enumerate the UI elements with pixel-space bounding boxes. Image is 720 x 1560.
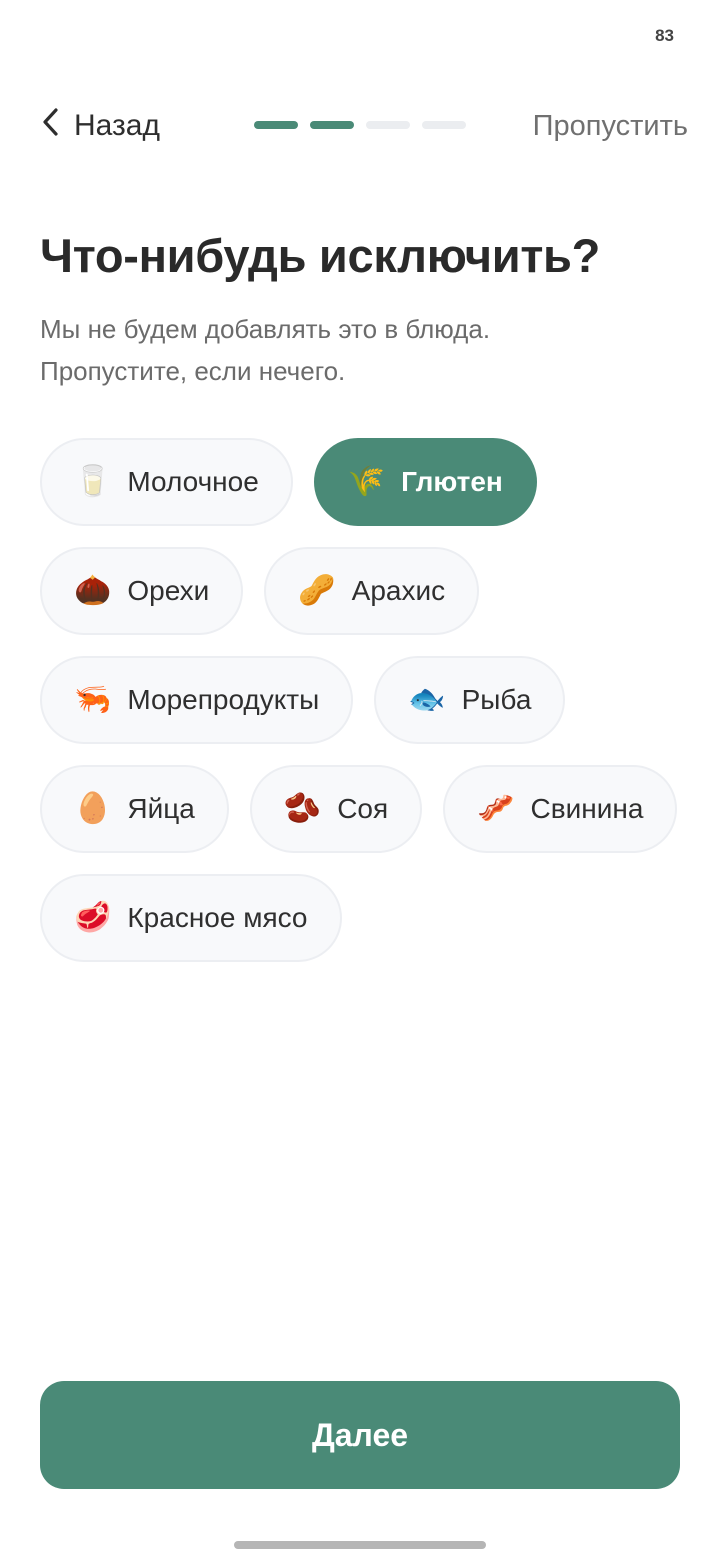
chestnut-icon: 🌰 [74, 573, 112, 608]
chip-label: Молочное [127, 466, 259, 497]
progress-segment [366, 121, 410, 129]
chip-nuts[interactable]: 🌰 Орехи [40, 547, 244, 635]
fish-icon: 🐟 [408, 682, 446, 717]
back-button[interactable]: Назад [40, 100, 160, 152]
progress-segment [310, 121, 354, 129]
beans-icon: 🫘 [283, 791, 322, 826]
next-button[interactable]: Далее [40, 1381, 680, 1489]
skip-button[interactable]: Пропустить [533, 100, 688, 152]
subtitle-line: Пропустите, если нечего. [40, 356, 346, 386]
exclusion-chip-list: 🥛 Молочное 🌾 Глютен 🌰 Орехи 🥜 Арахис 🦐 М… [40, 438, 690, 962]
chip-seafood[interactable]: 🦐 Морепродукты [40, 656, 354, 744]
chip-fish[interactable]: 🐟 Рыба [374, 656, 566, 744]
chip-label: Морепродукты [127, 684, 320, 715]
chip-label: Рыба [461, 684, 532, 715]
chip-label: Соя [337, 793, 389, 824]
subtitle-line: Мы не будем добавлять это в блюда. [40, 314, 491, 344]
progress-segment [254, 121, 298, 129]
progress-segment [422, 121, 466, 129]
back-label: Назад [74, 109, 160, 142]
steak-icon: 🥩 [74, 900, 112, 935]
step-progress [254, 121, 466, 129]
chip-dairy[interactable]: 🥛 Молочное [40, 438, 293, 526]
milk-icon: 🥛 [74, 464, 112, 499]
chip-label: Орехи [127, 575, 210, 606]
chip-red-meat[interactable]: 🥩 Красное мясо [40, 874, 342, 962]
page-title: Что-нибудь исключить? [40, 229, 601, 282]
chip-gluten[interactable]: 🌾 Глютен [313, 438, 537, 526]
chip-pork[interactable]: 🥓 Свинина [443, 765, 678, 853]
chip-label: Красное мясо [127, 902, 308, 933]
chip-label: Глютен [401, 466, 503, 497]
egg-icon: 🥚 [74, 791, 112, 826]
chip-label: Яйца [127, 793, 195, 824]
bacon-icon: 🥓 [477, 791, 515, 826]
chip-label: Арахис [351, 575, 446, 606]
chip-soy[interactable]: 🫘 Соя [249, 765, 423, 853]
chip-peanuts[interactable]: 🥜 Арахис [264, 547, 480, 635]
chip-label: Свинина [530, 793, 644, 824]
home-indicator [234, 1541, 486, 1549]
page-subtitle: Мы не будем добавлять это в блюда. Пропу… [40, 308, 680, 392]
wheat-icon: 🌾 [347, 464, 386, 499]
peanut-icon: 🥜 [298, 573, 336, 608]
battery-level: 83 [655, 26, 674, 45]
chip-eggs[interactable]: 🥚 Яйца [40, 765, 229, 853]
top-bar: Назад Пропустить [0, 100, 720, 152]
chevron-left-icon [40, 107, 62, 145]
shrimp-icon: 🦐 [74, 682, 112, 717]
